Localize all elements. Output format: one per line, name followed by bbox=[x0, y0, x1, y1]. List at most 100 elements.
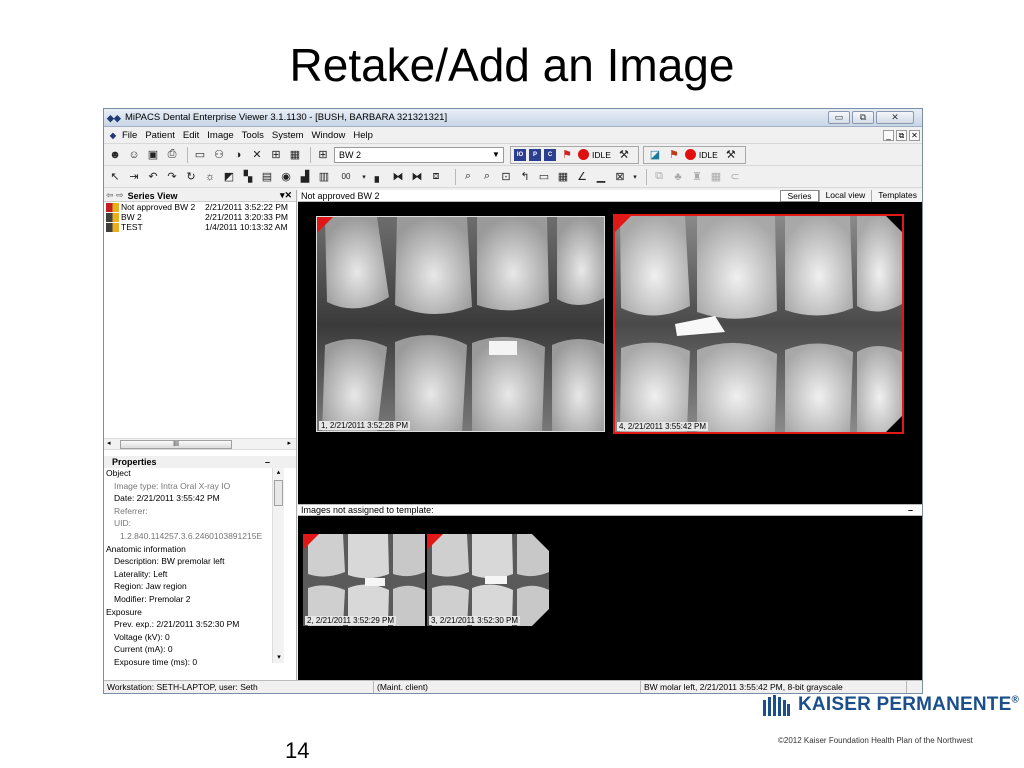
minimize-button[interactable]: ▭ bbox=[828, 111, 850, 124]
zoom-icon[interactable]: ⌕ bbox=[460, 169, 476, 185]
template-icon[interactable]: ⊞ bbox=[315, 147, 331, 163]
unassigned-collapse-button[interactable]: – bbox=[908, 505, 913, 515]
tab-templates[interactable]: Templates bbox=[871, 189, 922, 202]
calibrate-icon[interactable]: ▦ bbox=[555, 169, 571, 185]
ruler-icon[interactable]: ▭ bbox=[536, 169, 552, 185]
scroll-right-icon[interactable]: ▸ bbox=[287, 439, 291, 447]
zoom-area-icon[interactable]: ⊡ bbox=[498, 169, 514, 185]
close-button[interactable]: ✕ bbox=[876, 111, 914, 124]
brightness-icon[interactable]: ☼ bbox=[202, 169, 218, 185]
menu-window[interactable]: Window bbox=[312, 130, 346, 141]
menu-patient[interactable]: Patient bbox=[145, 130, 175, 141]
layout-icon[interactable]: ▦ bbox=[287, 147, 303, 163]
mdi-minimize-button[interactable]: _ bbox=[883, 129, 894, 141]
menu-system[interactable]: System bbox=[272, 130, 304, 141]
properties-collapse-button[interactable]: – bbox=[265, 457, 270, 467]
angle-icon[interactable]: ∠ bbox=[574, 169, 590, 185]
template-select[interactable]: BW 2 ▼ bbox=[334, 146, 504, 163]
chevron-down-icon[interactable]: ▾ bbox=[631, 169, 639, 185]
menu-file[interactable]: File bbox=[122, 130, 137, 141]
link-icon[interactable]: ⊂ bbox=[727, 169, 743, 185]
close-icon[interactable]: ▾✕ bbox=[280, 190, 292, 201]
fit-icon[interactable]: ⧈ bbox=[428, 169, 444, 185]
xray-bitewing-graphic bbox=[317, 217, 604, 431]
undo-icon[interactable]: ↶ bbox=[145, 169, 161, 185]
tab-local-view[interactable]: Local view bbox=[818, 189, 872, 202]
menu-help[interactable]: Help bbox=[353, 130, 373, 141]
rotate-icon[interactable]: ↻ bbox=[183, 169, 199, 185]
property-item: Modifier: Premolar 2 bbox=[114, 593, 191, 604]
series-hscrollbar[interactable]: ◂ III ▸ bbox=[104, 438, 296, 450]
image-tools-group: ↖ ⇥ ↶ ↷ ↻ ☼ ◩ ▚ ▤ ◉ ▟ ▥ 00 ▾ ▖ ⧓ ⧓ ⧈ bbox=[107, 168, 447, 186]
emboss-icon[interactable]: ▥ bbox=[316, 169, 332, 185]
scroll-left-icon[interactable]: ◂ bbox=[107, 439, 111, 447]
stamp-icon[interactable]: ♣ bbox=[670, 169, 686, 185]
flag-red-icon[interactable]: ⚑ bbox=[666, 147, 682, 163]
scroll-down-icon[interactable]: ▾ bbox=[273, 653, 285, 661]
mdi-close-button[interactable]: ✕ bbox=[909, 129, 920, 141]
app-menu-icon[interactable]: ◆ bbox=[107, 127, 119, 143]
series-list-item[interactable]: Not approved BW 2 2/21/2011 3:52:22 PM bbox=[104, 202, 296, 212]
flip-icon[interactable]: ▖ bbox=[371, 169, 387, 185]
chevron-down-icon[interactable]: ▾ bbox=[360, 169, 368, 185]
binoculars-icon[interactable]: ⚇ bbox=[211, 147, 227, 163]
mdi-restore-button[interactable]: ⧉ bbox=[896, 129, 907, 141]
keyboard-icon[interactable]: ▦ bbox=[708, 169, 724, 185]
filter-icon[interactable]: ▤ bbox=[259, 169, 275, 185]
sharpen-icon[interactable]: ▚ bbox=[240, 169, 256, 185]
series-icon bbox=[106, 222, 119, 232]
grid-icon[interactable]: ⊞ bbox=[268, 147, 284, 163]
gamma-icon[interactable]: ▟ bbox=[297, 169, 313, 185]
patient-icon[interactable]: ☻ bbox=[107, 147, 123, 163]
menu-image[interactable]: Image bbox=[207, 130, 233, 141]
tooth-icon[interactable]: ♜ bbox=[689, 169, 705, 185]
import-icon[interactable]: ◑ bbox=[230, 147, 246, 163]
invert-icon[interactable]: ◉ bbox=[278, 169, 294, 185]
contrast-icon[interactable]: ◩ bbox=[221, 169, 237, 185]
mirror-h-icon[interactable]: ⧓ bbox=[390, 169, 406, 185]
annotation-icon[interactable]: ⊠ bbox=[612, 169, 628, 185]
tab-series[interactable]: Series bbox=[780, 189, 819, 202]
xray-thumbnail-3[interactable]: 3, 2/21/2011 3:52:30 PM bbox=[427, 534, 549, 626]
redo-icon[interactable]: ↷ bbox=[164, 169, 180, 185]
xray-image-1[interactable]: 1, 2/21/2011 3:52:28 PM bbox=[316, 216, 605, 432]
scroll-thumb[interactable]: III bbox=[120, 440, 232, 449]
scroll-up-icon[interactable]: ▴ bbox=[273, 468, 284, 476]
menu-tools[interactable]: Tools bbox=[242, 130, 264, 141]
print-icon[interactable]: ⎙ bbox=[164, 147, 180, 163]
c-button[interactable]: C bbox=[544, 148, 556, 161]
window-icon[interactable]: ▭ bbox=[192, 147, 208, 163]
delete-icon[interactable]: ✕ bbox=[249, 147, 265, 163]
nav-arrows-icon[interactable]: ⇦ ⇨ bbox=[106, 190, 124, 201]
mirror-v-icon[interactable]: ⧓ bbox=[409, 169, 425, 185]
series-list-item[interactable]: TEST 1/4/2011 10:13:32 AM bbox=[104, 222, 296, 232]
record-icon[interactable] bbox=[578, 149, 589, 160]
export-icon[interactable]: ⇥ bbox=[126, 169, 142, 185]
sensor-icon[interactable]: ◪ bbox=[647, 147, 663, 163]
viewer-title: Not approved BW 2 bbox=[301, 190, 380, 201]
save-icon[interactable]: ▣ bbox=[145, 147, 161, 163]
patient-search-icon[interactable]: ☺ bbox=[126, 147, 142, 163]
pointer-icon[interactable]: ↖ bbox=[107, 169, 123, 185]
property-item: Laterality: Left bbox=[114, 568, 168, 579]
flag-icon[interactable]: ⚑ bbox=[559, 147, 575, 163]
zoom-fit-icon[interactable]: ⌕ bbox=[479, 169, 495, 185]
tools-icon[interactable]: ⚒ bbox=[616, 147, 632, 163]
p-button[interactable]: P bbox=[529, 148, 541, 161]
restore-button[interactable]: ⧉ bbox=[852, 111, 874, 124]
retake-marker-icon bbox=[615, 216, 631, 232]
copy-icon[interactable]: ⧉ bbox=[651, 169, 667, 185]
zoom-combo-icon[interactable]: 00 bbox=[335, 169, 357, 185]
series-list-item[interactable]: BW 2 2/21/2011 3:20:33 PM bbox=[104, 212, 296, 222]
scroll-thumb[interactable] bbox=[274, 480, 283, 506]
tools-icon-2[interactable]: ⚒ bbox=[723, 147, 739, 163]
histogram-icon[interactable]: ▁ bbox=[593, 169, 609, 185]
properties-vscrollbar[interactable]: ▴ ▾ bbox=[272, 468, 284, 663]
record-icon-2[interactable] bbox=[684, 149, 696, 160]
xray-thumbnail-2[interactable]: 2, 2/21/2011 3:52:29 PM bbox=[303, 534, 425, 626]
menu-edit[interactable]: Edit bbox=[183, 130, 199, 141]
xray-image-4-selected[interactable]: 4, 2/21/2011 3:55:42 PM bbox=[613, 214, 904, 434]
io-button[interactable]: IO bbox=[514, 148, 526, 161]
series-view-header: ⇦ ⇨ Series View ▾✕ bbox=[104, 190, 296, 202]
pan-icon[interactable]: ↰ bbox=[517, 169, 533, 185]
